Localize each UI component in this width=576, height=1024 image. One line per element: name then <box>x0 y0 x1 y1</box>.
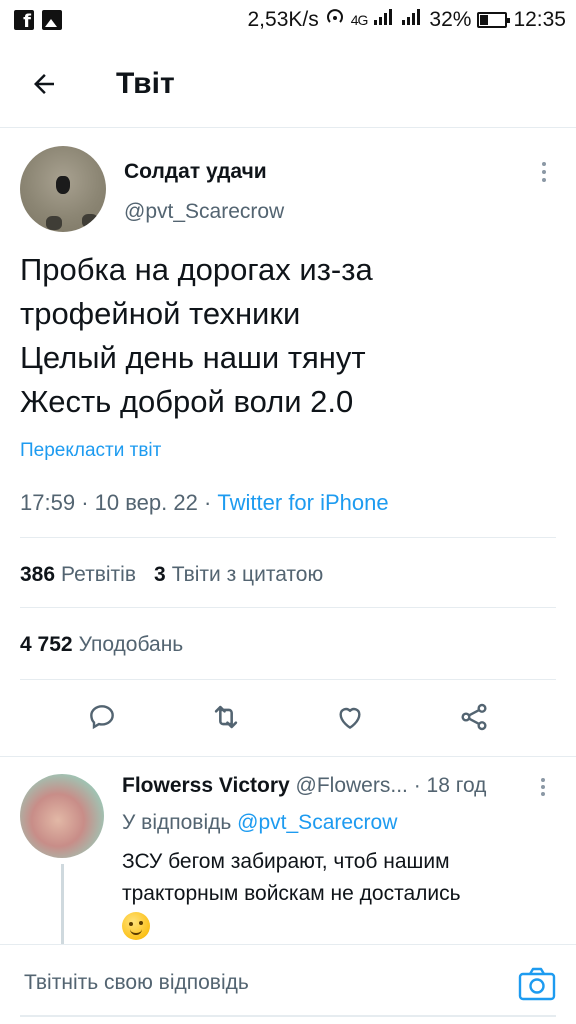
likes-count: 4 752 <box>20 633 73 656</box>
tweet-actions <box>0 686 576 748</box>
back-button[interactable] <box>14 54 74 114</box>
author-handle[interactable]: @pvt_Scarecrow <box>124 200 284 224</box>
tweet-text-line: Жесть доброй воли 2.0 <box>20 384 354 419</box>
tweet-text-line: трофейной техники <box>20 296 301 331</box>
tweet-date: 10 вер. 22 <box>94 490 198 515</box>
reply-text-line: ЗСУ бегом забирают, чтоб нашим <box>122 850 450 873</box>
image-notification-icon <box>42 10 62 30</box>
hotspot-icon <box>325 7 345 33</box>
more-dot <box>542 178 546 182</box>
camera-icon <box>518 967 556 1001</box>
reply-age: 18 год <box>426 774 487 797</box>
reply-text: ЗСУ бегом забирают, чтоб нашим тракторны… <box>122 846 562 942</box>
share-button[interactable] <box>452 695 496 739</box>
facebook-notification-icon <box>14 10 34 32</box>
retweets-count: 386 <box>20 563 56 586</box>
replying-to: У відповідь @pvt_Scarecrow <box>122 811 397 835</box>
share-icon <box>461 703 487 731</box>
reply-text-line: тракторным войскам не достались <box>122 882 461 905</box>
translate-tweet-link[interactable]: Перекласти твіт <box>20 440 161 462</box>
divider <box>20 607 556 608</box>
wink-emoji-icon <box>122 910 562 942</box>
replying-to-prefix: У відповідь <box>122 811 232 834</box>
retweets-label: Ретвітів <box>61 563 136 586</box>
replying-to-handle[interactable]: @pvt_Scarecrow <box>237 811 397 834</box>
emoji-shape <box>122 912 150 941</box>
input-underline <box>20 1015 556 1017</box>
thread-line <box>61 864 64 944</box>
retweets-stat[interactable]: 386 Ретвітів <box>20 563 136 587</box>
tweet-text: Пробка на дорогах из-за трофейной техник… <box>20 248 560 424</box>
page-title: Твіт <box>116 66 175 100</box>
more-options-button[interactable] <box>530 158 558 186</box>
divider <box>0 756 576 757</box>
tweet-meta: 17:59 · 10 вер. 22 · Twitter for iPhone <box>20 490 389 516</box>
likes-label: Уподобань <box>78 633 184 656</box>
author-name[interactable]: Солдат удачи <box>124 160 267 184</box>
like-button[interactable] <box>328 695 372 739</box>
avatar-boot-shape <box>46 216 62 230</box>
status-bar: 2,53K/s 4G 32% 12:35 <box>0 0 576 40</box>
battery-percent: 32% <box>429 8 472 31</box>
quotes-label: Твіти з цитатою <box>171 563 324 586</box>
signal-icon-2 <box>401 8 423 32</box>
tweet-text-line: Пробка на дорогах из-за <box>20 252 373 287</box>
quotes-count: 3 <box>154 563 166 586</box>
retweet-icon <box>214 705 238 729</box>
tweet-source-link[interactable]: Twitter for iPhone <box>217 490 388 515</box>
reply-icon <box>90 705 114 730</box>
reply-button[interactable] <box>80 695 124 739</box>
more-dot <box>542 170 546 174</box>
divider <box>20 537 556 538</box>
more-dot <box>541 785 545 789</box>
likes-stats-row: 4 752 Уподобань <box>20 633 183 657</box>
meta-separator: · <box>413 774 427 797</box>
reply-author-name[interactable]: Flowerss Victory <box>122 774 290 797</box>
battery-icon <box>477 12 511 28</box>
quotes-stat[interactable]: 3 Твіти з цитатою <box>154 563 323 587</box>
meta-separator: · <box>203 490 218 515</box>
reply-header: Flowerss Victory @Flowers... · 18 год <box>122 774 562 798</box>
more-vertical-icon <box>542 162 546 166</box>
clock: 12:35 <box>513 8 566 31</box>
heart-icon <box>339 707 361 729</box>
reply-author-handle[interactable]: @Flowers... <box>296 774 408 797</box>
likes-stat[interactable]: 4 752 Уподобань <box>20 633 183 657</box>
avatar[interactable] <box>20 146 106 232</box>
tweet-time: 17:59 <box>20 490 76 515</box>
arrow-left-icon <box>34 73 54 94</box>
more-dot <box>541 792 545 796</box>
avatar-dog-shape <box>56 176 70 194</box>
reply-input[interactable]: Твітніть свою відповідь <box>24 971 249 995</box>
compose-reply-bar: Твітніть свою відповідь <box>0 944 576 1024</box>
more-vertical-icon <box>541 778 545 782</box>
avatar-boot-shape <box>82 214 98 228</box>
network-speed: 2,53K/s <box>247 8 319 31</box>
retweet-button[interactable] <box>204 695 248 739</box>
network-type: 4G <box>350 12 369 28</box>
tweet-text-line: Целый день наши тянут <box>20 340 366 375</box>
tweet-stats-row: 386 Ретвітів 3 Твіти з цитатою <box>20 563 323 587</box>
reply-more-options-button[interactable] <box>532 776 554 798</box>
signal-icon <box>373 8 395 32</box>
reply-avatar[interactable] <box>20 774 104 858</box>
meta-separator: · <box>81 490 95 515</box>
divider <box>20 679 556 680</box>
camera-button[interactable] <box>518 967 556 1001</box>
top-app-bar: Твіт <box>0 40 576 128</box>
